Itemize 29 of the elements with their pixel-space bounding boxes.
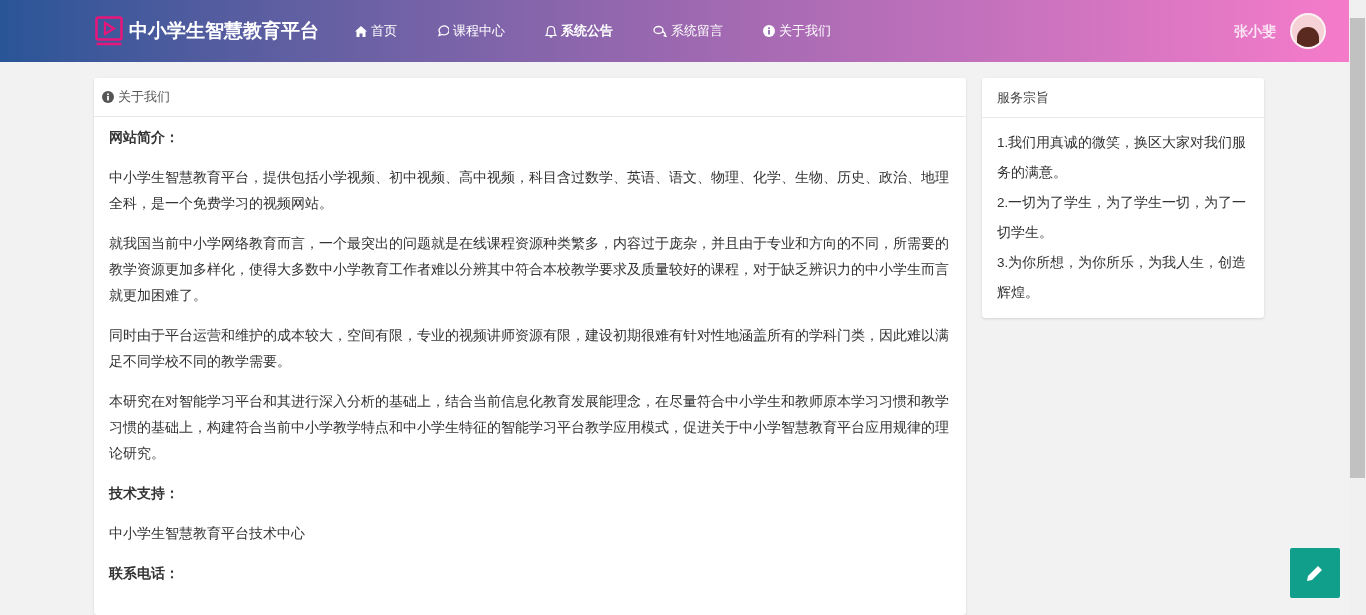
avatar[interactable] (1290, 13, 1326, 49)
home-icon (355, 25, 367, 37)
section-heading: 网站简介： (109, 129, 180, 147)
speech-bubble-icon (437, 25, 449, 37)
card-title: 服务宗旨 (997, 88, 1049, 107)
paragraph: 同时由于平台运营和维护的成本较大，空间有限，专业的视频讲师资源有限，建设初期很难有针对性地涵盖所有的学科门类，因此难以满足不同学校不同的教学需要。 (109, 327, 950, 371)
service-item: 1.我们用真诚的微笑，换区大家对我们服务的满意。 (997, 134, 1248, 182)
service-item: 2.一切为了学生，为了学生一切，为了一切学生。 (997, 194, 1248, 242)
nav-link[interactable]: 系统公告 (525, 21, 633, 41)
nav-link[interactable]: 首页 (335, 21, 417, 41)
section-heading: 联系电话： (109, 565, 180, 583)
nav-link[interactable]: 课程中心 (417, 21, 525, 41)
info-icon (763, 25, 775, 37)
service-item: 3.为你所想，为你所乐，为我人生，创造辉煌。 (997, 254, 1248, 302)
edit-button[interactable] (1290, 548, 1340, 598)
nav-link[interactable]: 关于我们 (743, 21, 851, 41)
paragraph: 就我国当前中小学网络教育而言，一个最突出的问题就是在线课程资源种类繁多，内容过于庞杂，并且由于专业和方向的不同，所需要的教学资源更加多样化，使得大多数中小学教育工作者难以分辨其中符合本校教学要求及质量较好的课程，对于缺乏辨识力的中小学生而言就更加困难了。 (109, 235, 950, 305)
info-icon (102, 91, 114, 103)
card-title: 关于我们 (118, 88, 170, 107)
pencil-icon (1305, 563, 1325, 583)
paragraph: 中小学生智慧教育平台，提供包括小学视频、初中视频、高中视频，科目含过数学、英语、语文、物理、化学、生物、历史、政治、地理全科，是一个免费学习的视频网站。 (109, 169, 950, 213)
paragraph: 中小学生智慧教育平台技术中心 (109, 525, 306, 543)
section-heading: 技术支持： (109, 485, 180, 503)
bell-icon (545, 24, 557, 38)
paragraph: 本研究在对智能学习平台和其进行深入分析的基础上，结合当前信息化教育发展能理念，在尽量符合中小学生和教师原本学习习惯和教学习惯的基础上，构建符合当前中小学教学特点和中小学生特征的智能学习平台教学应用模式，促进关于中小学智慧教育平台应用规律的理论研究。 (109, 393, 950, 463)
comments-icon (653, 25, 667, 37)
play-logo-icon (95, 16, 123, 46)
site-title[interactable]: 中小学生智慧教育平台 (129, 16, 319, 46)
nav-link[interactable]: 系统留言 (633, 21, 743, 41)
